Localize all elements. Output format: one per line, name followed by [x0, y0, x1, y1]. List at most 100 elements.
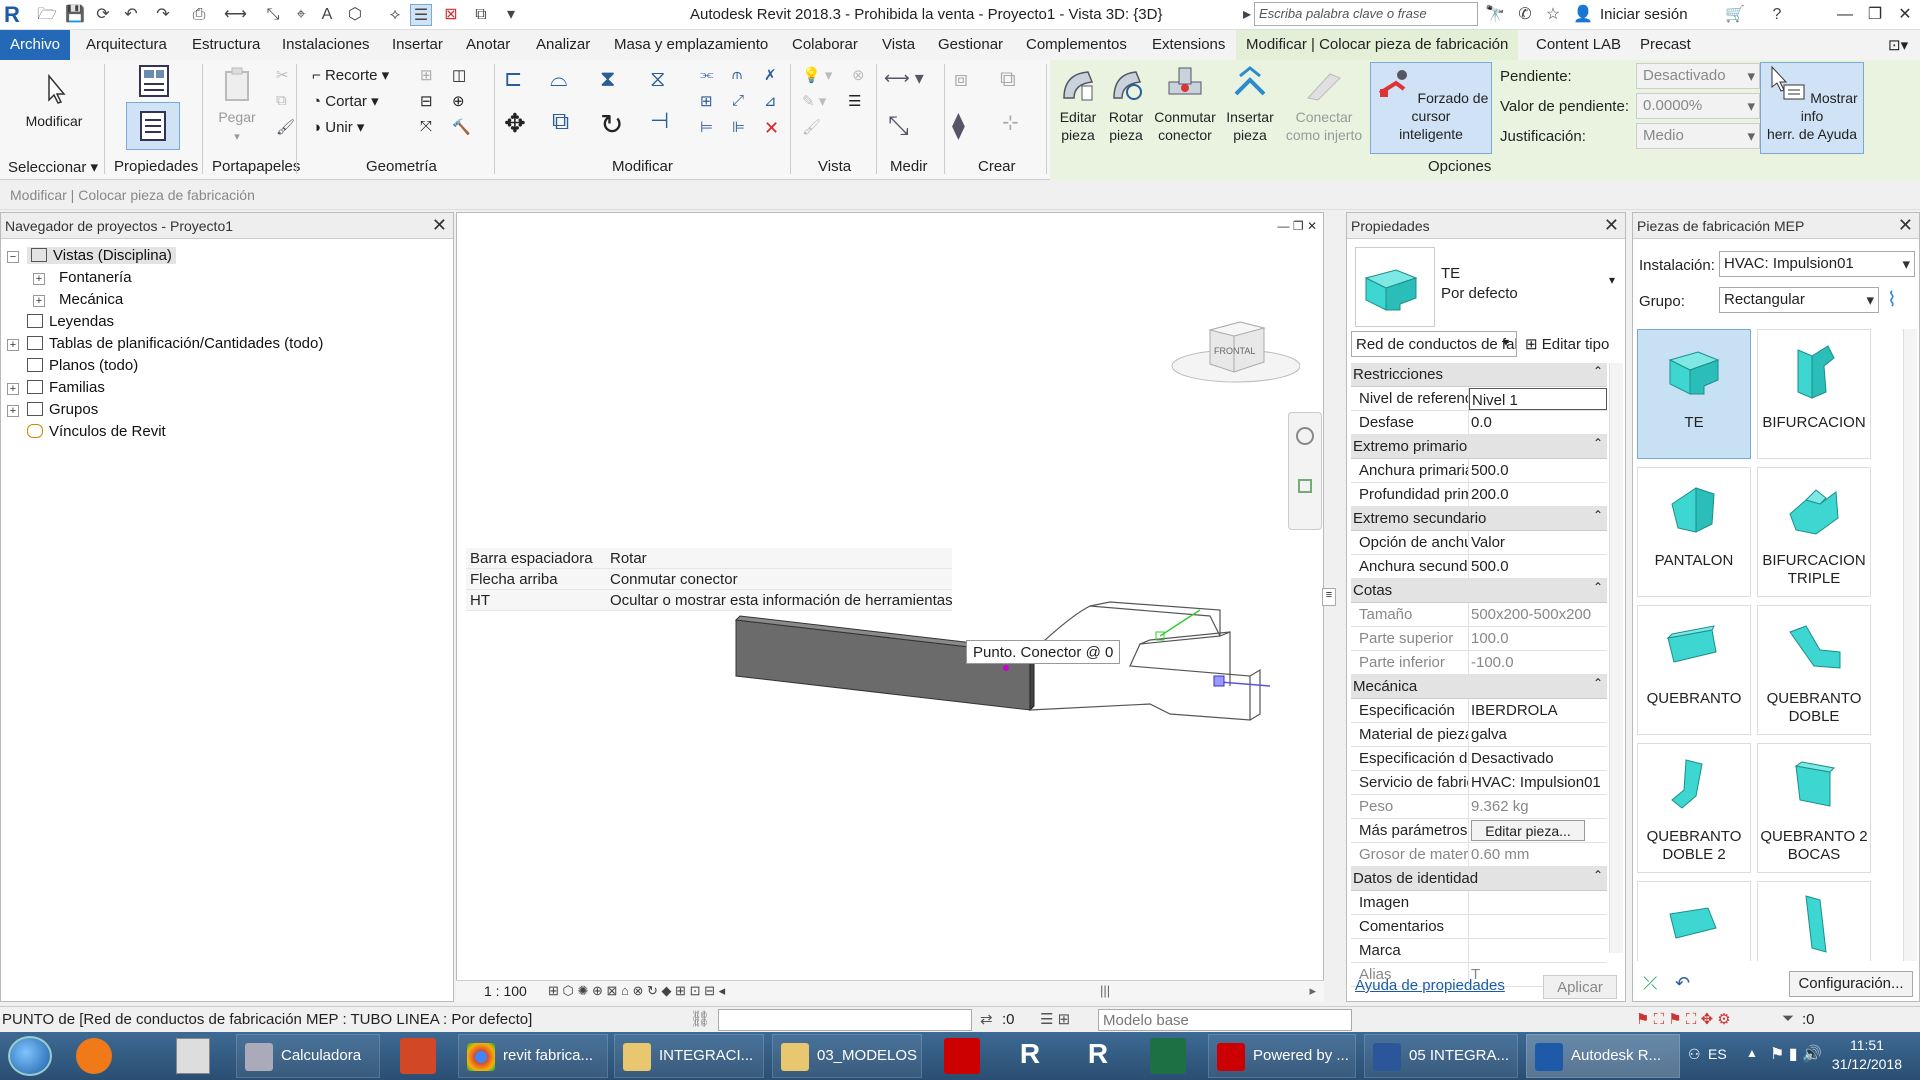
language-indicator[interactable]: ES	[1708, 1046, 1727, 1062]
expand-icon[interactable]: +	[7, 339, 19, 351]
cut-geometry-button[interactable]: ◔ Cortar ▾	[312, 92, 379, 110]
panel-seleccionar[interactable]: Seleccionar ▾	[8, 158, 98, 176]
property-value[interactable]: Nivel 1	[1469, 388, 1607, 410]
restore-button[interactable]: ❐	[1860, 3, 1890, 27]
design-options-icon[interactable]: ☰ ⊞	[1040, 1010, 1070, 1028]
collapse-chevron-icon[interactable]: ⌃	[1593, 868, 1603, 882]
paint-view-icon[interactable]: 🖌	[802, 118, 821, 136]
type-properties-button[interactable]	[124, 64, 184, 102]
cart-icon[interactable]: 🛒	[1724, 4, 1746, 26]
slope-select[interactable]: Desactivado	[1636, 63, 1760, 89]
type-dropdown-icon[interactable]: ▾	[1609, 273, 1615, 287]
create-group-icon[interactable]: ⧈	[954, 66, 968, 92]
fabrication-part-tile[interactable]: BIFURCACION	[1757, 329, 1871, 459]
taskbar-calculadora[interactable]: Calculadora	[236, 1034, 380, 1078]
collapse-icon[interactable]: −	[7, 251, 19, 263]
apply-button[interactable]: Aplicar	[1543, 975, 1617, 999]
help-icon[interactable]: ?	[1766, 4, 1788, 26]
zoom-region-icon[interactable]	[1298, 479, 1312, 493]
connect-tap-button[interactable]: Conectar como injerto	[1280, 64, 1368, 144]
collapse-chevron-icon[interactable]: ⌃	[1593, 508, 1603, 522]
collapse-chevron-icon[interactable]: ⌃	[1593, 676, 1603, 690]
taskbar-chrome[interactable]: revit fabrica...	[458, 1034, 608, 1078]
fabrication-part-tile[interactable]: TE	[1637, 329, 1751, 459]
split-icon[interactable]: ⫘	[700, 66, 714, 83]
open-icon[interactable]: 🗁	[36, 4, 58, 26]
copy-clipboard-icon[interactable]: ⧉	[276, 92, 287, 109]
configuration-button[interactable]: Configuración...	[1789, 971, 1913, 997]
connector-marker-blue[interactable]	[1213, 675, 1225, 687]
expand-icon[interactable]: +	[7, 383, 19, 395]
properties-scrollbar[interactable]	[1609, 363, 1623, 953]
save-icon[interactable]: 💾	[64, 4, 86, 26]
design-option-select[interactable]: Modelo base	[1098, 1009, 1352, 1031]
expand-icon[interactable]: +	[33, 273, 45, 285]
close-icon[interactable]: ✕	[1604, 215, 1619, 236]
tab-estructura[interactable]: Estructura	[192, 36, 260, 53]
redo-icon[interactable]: ↷	[152, 4, 174, 26]
tree-item-familias[interactable]: Familias	[27, 379, 105, 396]
offset-icon[interactable]: ⌓	[550, 66, 567, 92]
tab-archivo[interactable]: Archivo	[0, 30, 70, 60]
navigation-bar[interactable]	[1288, 412, 1322, 530]
rotate-part-button[interactable]: Rotar pieza	[1104, 64, 1148, 144]
tab-modificar-contextual[interactable]: Modificar | Colocar pieza de fabricación	[1236, 30, 1519, 60]
close-button[interactable]: ✕	[1890, 3, 1920, 27]
filter-icon[interactable]: ⏷	[1782, 1010, 1794, 1027]
panel-splitter-handle[interactable]: ≡	[1322, 588, 1336, 606]
steering-wheel-icon[interactable]	[1296, 427, 1314, 445]
tab-colaborar[interactable]: Colaborar	[792, 36, 858, 53]
mirror-draw-icon[interactable]: ⧖	[650, 66, 665, 92]
pin-icon[interactable]: ⊿	[764, 92, 777, 110]
array-icon[interactable]: ⊞	[700, 92, 713, 110]
tree-item-grupos[interactable]: Grupos	[27, 401, 98, 418]
tray-icons[interactable]: ⚑ ▮ 🔊	[1770, 1044, 1822, 1064]
property-section[interactable]: Extremo primario ⌃	[1351, 435, 1607, 459]
property-section[interactable]: Cotas ⌃	[1351, 579, 1607, 603]
tab-masa[interactable]: Masa y emplazamiento	[614, 36, 768, 53]
paste-button[interactable]: Pegar ▾	[212, 66, 262, 146]
workset-select[interactable]	[718, 1009, 972, 1031]
media-player-icon[interactable]	[76, 1038, 112, 1074]
taskbar-folder-integracion[interactable]: INTEGRACI...	[614, 1034, 764, 1078]
tree-item-tablas[interactable]: Tablas de planificación/Cantidades (todo…	[27, 335, 323, 352]
revit-comm-icon[interactable]: R	[1080, 1038, 1116, 1074]
filter-dropdown-icon[interactable]: ▾	[1503, 335, 1509, 349]
property-value[interactable]: galva	[1469, 723, 1607, 747]
rotate-icon[interactable]: ↻	[600, 108, 623, 141]
close-icon[interactable]: ✕	[1898, 215, 1913, 236]
copy-icon[interactable]: ⧉	[552, 108, 569, 136]
expand-icon[interactable]: +	[33, 295, 45, 307]
user-icon[interactable]: 👤	[1572, 4, 1594, 26]
join-button[interactable]: ◑ Unir ▾	[312, 118, 364, 136]
demolish-icon[interactable]: ⊟	[420, 92, 433, 110]
taskbar-autodesk-web[interactable]: Powered by ...	[1208, 1034, 1356, 1078]
property-value[interactable]: IBERDROLA	[1469, 699, 1607, 723]
tree-item-planos[interactable]: Planos (todo)	[27, 357, 138, 374]
duct-model[interactable]	[730, 596, 1290, 736]
tab-insertar[interactable]: Insertar	[392, 36, 443, 53]
tree-item-mecanica[interactable]: Mecánica	[59, 291, 123, 308]
show-tooltip-info-button[interactable]: Mostrar info herr. de Ayuda	[1760, 62, 1864, 154]
binoculars-icon[interactable]: 🔭	[1484, 4, 1506, 26]
fabrication-part-tile[interactable]: QUEBRANTO DOBLE 2	[1637, 743, 1751, 873]
property-value[interactable]: HVAC: Impulsion01	[1469, 771, 1607, 795]
excel-icon[interactable]	[1150, 1038, 1186, 1074]
dimension-icon[interactable]: ⤡	[262, 4, 284, 26]
tab-complementos[interactable]: Complementos	[1026, 36, 1127, 53]
tag-icon[interactable]: ⌖	[290, 4, 312, 26]
fabrication-scrollbar[interactable]	[1903, 329, 1917, 961]
print-icon[interactable]: ⎙	[188, 4, 210, 26]
modify-button[interactable]: Modificar	[14, 70, 94, 130]
discard-icon[interactable]: ⤫	[1643, 973, 1657, 994]
minimize-button[interactable]: —	[1830, 3, 1860, 27]
calendar-app-icon[interactable]	[176, 1038, 210, 1074]
taskbar-autodesk-revit[interactable]: Autodesk R...	[1526, 1034, 1680, 1078]
taskbar-folder-modelos[interactable]: 03_MODELOS	[772, 1034, 922, 1078]
measure-icon[interactable]: ⟷	[224, 4, 247, 26]
create-assembly-icon[interactable]: ⧉	[1000, 66, 1016, 92]
fabrication-part-tile[interactable]: PANTALON	[1637, 467, 1751, 597]
service-select[interactable]: HVAC: Impulsion01	[1719, 251, 1915, 277]
match-type-icon[interactable]: 🖌	[276, 118, 295, 136]
properties-help-link[interactable]: Ayuda de propiedades	[1355, 977, 1505, 994]
